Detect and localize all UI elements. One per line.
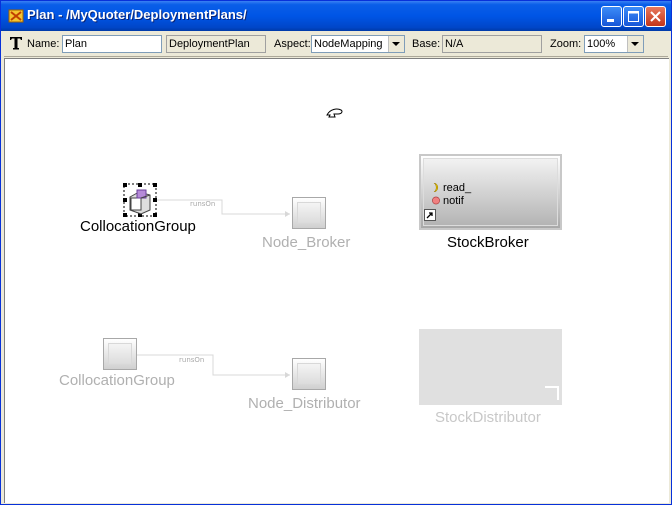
kind-field: DeploymentPlan: [166, 35, 266, 53]
stock-broker-component[interactable]: read_ notif: [419, 154, 562, 230]
zoom-dropdown-arrow[interactable]: [627, 36, 643, 52]
minimize-button[interactable]: [601, 6, 622, 27]
minimize-icon: [607, 19, 614, 22]
shortcut-arrow-icon: [424, 206, 436, 225]
stock-distributor-label: StockDistributor: [435, 409, 541, 426]
aspect-select-value: NodeMapping: [314, 38, 383, 50]
chevron-down-icon: [631, 42, 639, 46]
base-label: Base:: [412, 38, 441, 50]
port-notif-label: notif: [443, 195, 464, 207]
zoom-label: Zoom:: [550, 38, 582, 50]
model-toolbar: Name: Plan DeploymentPlan Aspect: NodeMa…: [4, 32, 668, 57]
pan-cursor-icon: [325, 105, 345, 124]
collocation-group-inactive-icon: [108, 343, 132, 365]
title-bar[interactable]: Plan - /MyQuoter/DeploymentPlans/: [1, 1, 671, 31]
model-canvas[interactable]: CollocationGroup runsOn Node_Broker read…: [4, 58, 669, 503]
maximize-button[interactable]: [623, 6, 644, 27]
connections-layer: [137, 199, 290, 378]
name-label: Name:: [27, 38, 60, 50]
aspect-dropdown-arrow[interactable]: [388, 36, 404, 52]
close-icon: [650, 11, 661, 22]
node-broker-label: Node_Broker: [262, 234, 351, 251]
close-button[interactable]: [645, 6, 666, 27]
aspect-label: Aspect:: [274, 38, 311, 50]
collocation-group-icon: [123, 183, 157, 217]
aspect-select[interactable]: NodeMapping: [311, 35, 405, 53]
port-read[interactable]: read_: [432, 182, 471, 194]
node-icon: [297, 202, 321, 224]
zoom-select-value: 100%: [587, 38, 616, 50]
collocation-group-inactive[interactable]: [103, 338, 137, 370]
port-read-label: read_: [443, 182, 472, 194]
collocation-group-selected[interactable]: [123, 183, 157, 217]
runs-on-label-2: runsOn: [179, 356, 205, 364]
name-field[interactable]: Plan: [62, 35, 162, 53]
gme-app-icon: [8, 8, 24, 24]
facet-port-icon: [433, 183, 439, 192]
node-distributor-label: Node_Distributor: [248, 395, 361, 412]
window-title: Plan - /MyQuoter/DeploymentPlans/: [27, 7, 247, 22]
maximize-icon: [628, 11, 639, 22]
zoom-select[interactable]: 100%: [584, 35, 644, 53]
chevron-down-icon: [392, 42, 400, 46]
runs-on-line-1[interactable]: [157, 199, 290, 215]
stock-broker-label: StockBroker: [447, 234, 529, 251]
text-tool-icon[interactable]: [9, 35, 23, 55]
plan-window: Plan - /MyQuoter/DeploymentPlans/ Name: …: [0, 0, 672, 505]
port-notif[interactable]: notif: [432, 195, 464, 207]
stock-distributor-frame: [545, 386, 559, 400]
runs-on-arrow-2: [285, 372, 290, 378]
stock-broker-body: read_ notif: [423, 158, 558, 226]
base-field: N/A: [442, 35, 542, 53]
runs-on-label-1: runsOn: [190, 200, 216, 208]
collocation-group-inactive-label: CollocationGroup: [59, 372, 175, 389]
node-icon: [297, 363, 321, 385]
stock-distributor-component[interactable]: [419, 329, 562, 405]
collocation-group-label: CollocationGroup: [80, 218, 196, 235]
node-broker[interactable]: [292, 197, 326, 229]
node-distributor[interactable]: [292, 358, 326, 390]
runs-on-arrow-1: [285, 211, 290, 217]
event-port-icon: [432, 196, 440, 205]
